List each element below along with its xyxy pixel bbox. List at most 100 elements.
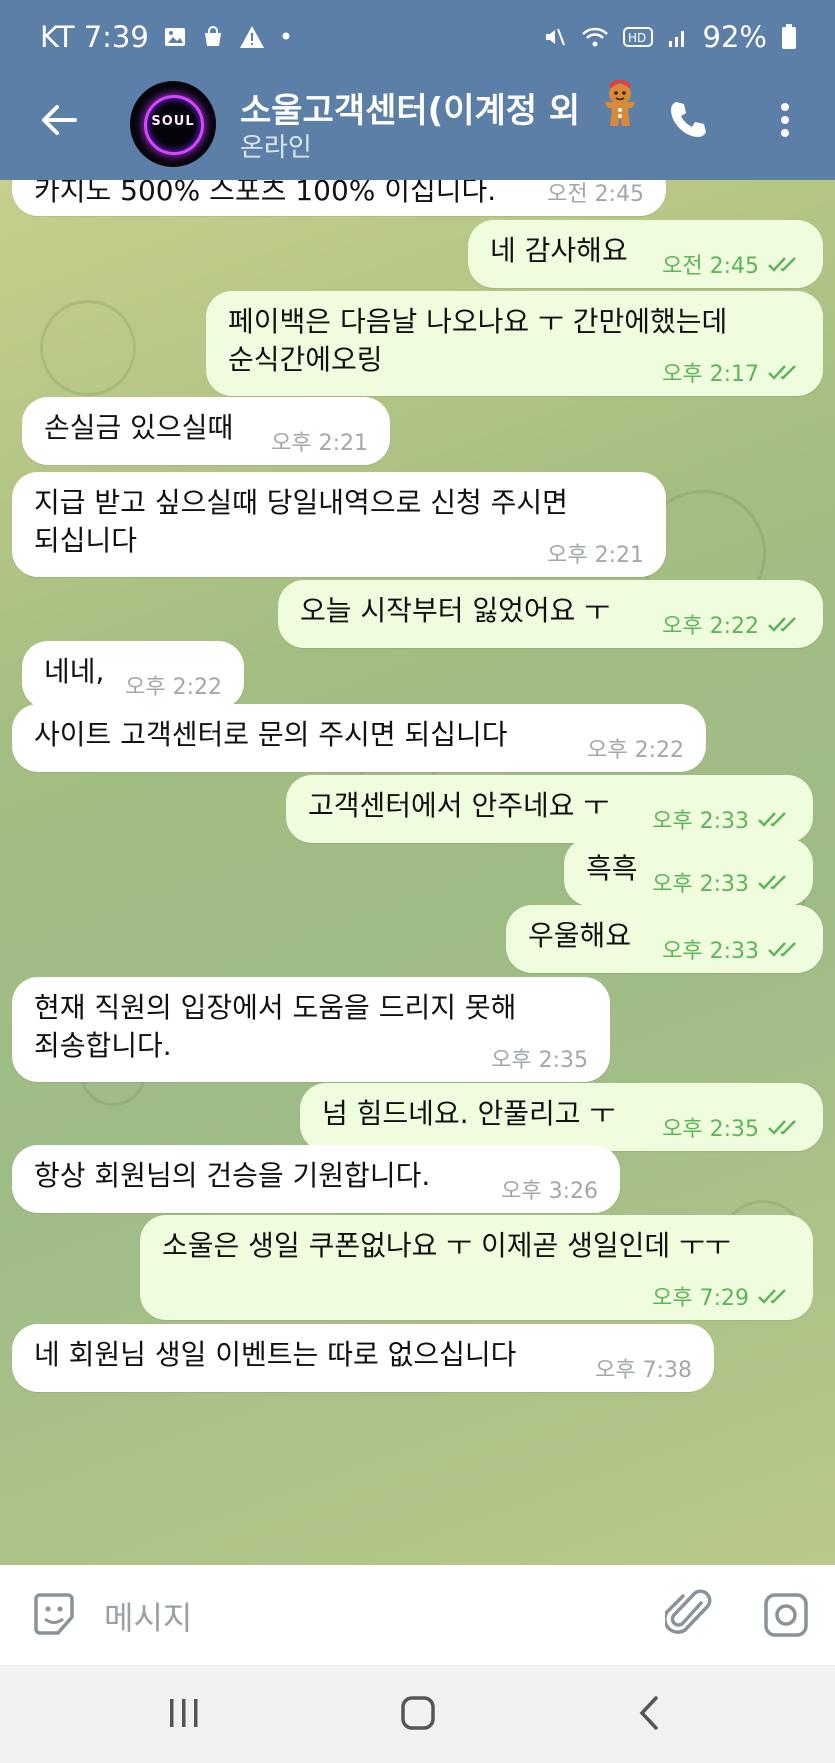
gallery-icon: [164, 28, 185, 46]
message-meta: 오후 2:17: [662, 356, 801, 388]
outgoing-message[interactable]: 네 감사해요 오전 2:45: [468, 220, 823, 288]
message-time: 오후 2:35: [491, 1048, 588, 1073]
message-meta: 오후 2:22: [125, 669, 222, 701]
message-input[interactable]: 메시지: [104, 1593, 192, 1639]
status-bar: KT 7:39 • HD 92%: [0, 0, 835, 80]
warning-icon: [239, 26, 264, 48]
emoji-icon: [34, 1593, 74, 1635]
back-nav-button[interactable]: [630, 1693, 670, 1733]
incoming-message[interactable]: 카지노 500% 스포츠 100% 이십니다. 오전 2:45: [12, 180, 666, 216]
svg-text:HD: HD: [628, 31, 646, 45]
camera-icon: [764, 1593, 808, 1637]
message-meta: 오후 2:22: [587, 732, 684, 764]
back-button[interactable]: [34, 100, 84, 150]
message-time: 오후 2:21: [547, 543, 644, 568]
incoming-message[interactable]: 지급 받고 싶으실때 당일내역으로 신청 주시면 되십니다 오후 2:21: [12, 472, 666, 577]
outgoing-message[interactable]: 고객센터에서 안주네요 ㅜ 오후 2:33: [286, 775, 813, 843]
incoming-message[interactable]: 항상 회원님의 건승을 기원합니다. 오후 3:26: [12, 1145, 620, 1213]
message-time: 오후 3:26: [501, 1179, 598, 1204]
outgoing-message[interactable]: 페이백은 다음날 나오나요 ㅜ 간만에했는데 순식간에오링 오후 2:17: [206, 291, 823, 396]
message-meta: 오후 2:33: [652, 803, 791, 835]
message-time: 오후 2:35: [662, 1117, 759, 1142]
incoming-message[interactable]: 사이트 고객센터로 문의 주시면 되십니다 오후 2:22: [12, 704, 706, 772]
read-check-icon: [768, 942, 796, 957]
message-time: 오후 2:22: [587, 738, 684, 763]
outgoing-message[interactable]: 우울해요 오후 2:33: [506, 905, 823, 973]
shopping-bag-icon: [204, 26, 221, 46]
incoming-message[interactable]: 현재 직원의 입장에서 도움을 드리지 못해 죄송합니다. 오후 2:35: [12, 977, 610, 1082]
message-time: 오후 2:17: [662, 362, 759, 387]
message-text: 소울은 생일 쿠폰없나요 ㅜ 이제곧 생일인데 ㅜㅜ: [162, 1229, 731, 1262]
message-time: 오전 2:45: [547, 182, 644, 207]
message-meta: 오후 3:26: [501, 1173, 598, 1205]
recent-apps-button[interactable]: [164, 1693, 204, 1733]
call-button[interactable]: [666, 98, 716, 148]
mute-icon: [545, 28, 565, 46]
outgoing-message[interactable]: 오늘 시작부터 잃었어요 ㅜ 오후 2:22: [278, 580, 823, 648]
read-check-icon: [758, 812, 786, 827]
message-time: 오후 7:29: [652, 1286, 749, 1311]
battery-icon: [782, 24, 796, 49]
message-time: 오후 2:33: [662, 939, 759, 964]
signal-icon: [668, 31, 684, 47]
attach-icon: [663, 1589, 712, 1634]
status-right: HD 92%: [543, 20, 797, 54]
chat-area[interactable]: 카지노 500% 스포츠 100% 이십니다. 오전 2:45 네 감사해요 오전 2…: [0, 180, 835, 1565]
message-meta: 오후 2:33: [662, 933, 801, 965]
read-check-icon: [758, 875, 786, 890]
system-nav-bar: [0, 1665, 835, 1763]
outgoing-message[interactable]: 흑흑 오후 2:33: [564, 838, 813, 906]
message-time: 오후 2:22: [125, 675, 222, 700]
back-arrow-icon: [42, 105, 77, 135]
outgoing-message[interactable]: 소울은 생일 쿠폰없나요 ㅜ 이제곧 생일인데 ㅜㅜ 오후 7:29: [140, 1215, 813, 1320]
message-meta: 오후 2:35: [662, 1111, 801, 1143]
message-meta: 오전 2:45: [547, 180, 644, 208]
recent-apps-icon: [170, 1699, 198, 1727]
hd-icon: HD: [622, 27, 653, 47]
gingerbread-emoji-icon: [604, 80, 636, 126]
home-button[interactable]: [398, 1693, 438, 1733]
battery-level: 92%: [702, 20, 767, 54]
wifi-icon: [581, 27, 608, 47]
message-time: 오후 7:38: [595, 1358, 692, 1383]
carrier-time: KT 7:39: [40, 20, 149, 54]
incoming-message[interactable]: 네네, 오후 2:22: [22, 641, 244, 709]
message-meta: 오후 7:38: [595, 1352, 692, 1384]
message-meta: 오전 2:45: [662, 248, 801, 280]
more-vertical-icon: [781, 103, 789, 137]
chat-title[interactable]: 소울고객센터(이계정 외: [240, 83, 580, 132]
message-time: 오후 2:33: [652, 809, 749, 834]
dot-icon: •: [278, 23, 293, 51]
read-check-icon: [758, 1289, 786, 1304]
more-menu-button[interactable]: [770, 98, 800, 148]
message-time: 오후 2:33: [652, 872, 749, 897]
message-time: 오후 2:21: [271, 431, 368, 456]
online-status: 온라인: [240, 133, 312, 163]
chat-header: SOUL 소울고객센터(이계정 외 온라인: [0, 80, 835, 180]
message-meta: 오후 2:33: [652, 866, 791, 898]
message-input-bar: 메시지: [0, 1565, 835, 1665]
emoji-button[interactable]: [30, 1591, 78, 1639]
read-check-icon: [768, 365, 796, 380]
avatar[interactable]: SOUL: [130, 81, 216, 167]
chevron-left-icon: [639, 1696, 658, 1730]
message-meta: 오후 2:21: [547, 537, 644, 569]
status-left: KT 7:39 •: [40, 20, 293, 54]
message-meta: 오후 2:35: [491, 1042, 588, 1074]
read-check-icon: [768, 1120, 796, 1135]
wallpaper-doodle: [40, 300, 136, 396]
incoming-message[interactable]: 손실금 있으실때 오후 2:21: [22, 397, 390, 465]
message-time: 오전 2:45: [662, 254, 759, 279]
message-meta: 오후 2:22: [662, 608, 801, 640]
read-check-icon: [768, 617, 796, 632]
camera-button[interactable]: [762, 1591, 810, 1639]
message-meta: 오후 7:29: [652, 1280, 791, 1312]
avatar-logo-text: SOUL: [151, 114, 195, 129]
incoming-message[interactable]: 네 회원님 생일 이벤트는 따로 없으십니다오후 7:38: [12, 1324, 714, 1392]
outgoing-message[interactable]: 넘 힘드네요. 안풀리고 ㅜ 오후 2:35: [300, 1083, 823, 1151]
home-icon: [401, 1696, 435, 1730]
phone-icon: [671, 102, 706, 137]
message-text: 네 회원님 생일 이벤트는 따로 없으십니다: [34, 1338, 517, 1371]
attach-button[interactable]: [663, 1587, 715, 1643]
read-check-icon: [768, 257, 796, 272]
